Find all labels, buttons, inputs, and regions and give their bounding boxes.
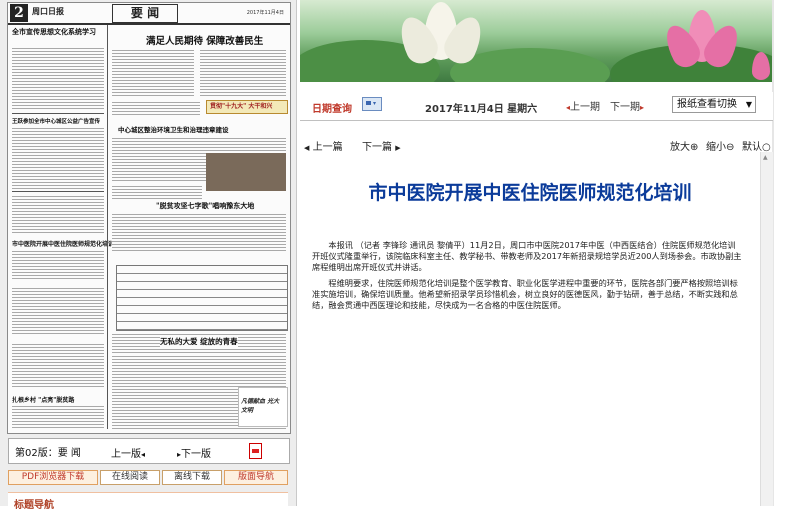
next-article-link[interactable]: 下一篇 ▶: [362, 138, 401, 153]
headline[interactable]: "脱贫攻坚七字歌"唱响豫东大地: [156, 201, 254, 211]
zoom-in-label: 放大: [670, 142, 690, 153]
headline[interactable]: 扎根乡村 "点亮"脱贫路: [12, 395, 74, 404]
edition-label: 第02版：要 闻: [15, 448, 81, 459]
headline[interactable]: 市中医院开展中医住院医师规范化培训: [12, 239, 114, 248]
calendar-icon[interactable]: ▾: [362, 97, 382, 111]
triangle-left-icon: ◀: [304, 144, 310, 152]
text-block: [112, 213, 286, 253]
article-body: 本报讯 （记者 李锋珍 通讯员 黎倩平）11月2日，周口市中医院2017年中医（…: [312, 240, 742, 311]
headline[interactable]: 全市宣传思想文化系统学习: [12, 27, 96, 37]
newspaper-view-select[interactable]: 报纸查看切换 ▼: [672, 96, 756, 113]
scroll-up-icon[interactable]: ▲: [763, 154, 768, 161]
stamp-text: 凡德献血 光大文明: [241, 398, 280, 414]
next-edition-link[interactable]: ▸下一版: [177, 445, 211, 460]
header-banner: [300, 0, 773, 82]
text-block: [12, 250, 104, 280]
scrollbar[interactable]: ▲: [760, 152, 773, 506]
pink-lotus-flower: [659, 8, 745, 78]
prev-article-label: 上一篇: [312, 142, 343, 153]
text-block: [112, 49, 194, 97]
zoom-in-button[interactable]: 放大⊕: [670, 138, 698, 153]
pdf-icon[interactable]: [249, 443, 262, 459]
next-issue-label: 下一期: [610, 102, 640, 113]
column-divider: [107, 25, 108, 429]
text-block: [12, 405, 104, 429]
photo: [206, 153, 286, 191]
section-title: 要 闻: [112, 4, 178, 23]
headline[interactable]: 满足人民期待 保障改善民生: [146, 33, 263, 47]
prev-article-link[interactable]: ◀ 上一篇: [304, 138, 343, 153]
next-edition-label: 下一版: [181, 449, 212, 460]
text-block: [112, 185, 202, 199]
newspaper-header: 2 周口日报 要 闻 2017年11月4日: [8, 3, 290, 25]
text-block: [12, 127, 104, 189]
masthead: 周口日报: [32, 6, 64, 16]
next-article-label: 下一篇: [362, 142, 392, 153]
layout-nav-button[interactable]: 版面导航: [224, 470, 288, 485]
chevron-down-icon: ▼: [745, 100, 752, 109]
stamp-image: 凡德献血 光大文明: [238, 387, 288, 427]
left-panel: 2 周口日报 要 闻 2017年11月4日 全市宣传思想文化系统学习 王跃参加全…: [0, 0, 297, 511]
divider: [12, 191, 104, 192]
banner-box-text: 贯彻"十九大" 大干和兴: [210, 103, 273, 110]
newspaper-page-thumbnail[interactable]: 2 周口日报 要 闻 2017年11月4日 全市宣传思想文化系统学习 王跃参加全…: [7, 2, 291, 434]
text-block: [112, 101, 200, 115]
triangle-right-icon: ▸: [640, 103, 645, 112]
divider: [12, 113, 104, 114]
default-size-button[interactable]: 默认○: [742, 138, 771, 153]
headline-nav-title: 标题导航: [14, 500, 54, 511]
headline[interactable]: 中心城区整治环境卫生和治理违章建设: [118, 124, 229, 134]
date-toolbar: 日期查询 ▾ 2017年11月4日 星期六 ◂上一期 下一期▸ 报纸查看切换 ▼: [300, 92, 773, 121]
offline-download-button[interactable]: 离线下载: [162, 470, 222, 485]
white-lotus-flower: [393, 2, 489, 69]
article-paragraph: 本报讯 （记者 李锋珍 通讯员 黎倩平）11月2日，周口市中医院2017年中医（…: [312, 240, 742, 272]
triangle-left-icon: ◂: [141, 450, 146, 459]
article-paragraph: 程维明要求，住院医师规范化培训是整个医学教育、职业化医学进程中重要的环节，医院各…: [312, 278, 738, 310]
page-number: 2: [10, 4, 28, 22]
prev-edition-label: 上一版: [111, 449, 141, 460]
prev-issue-link[interactable]: ◂上一期: [566, 98, 600, 113]
view-select-value: 报纸查看切换: [677, 99, 737, 110]
pdf-download-button[interactable]: PDF浏览器下载: [8, 470, 98, 485]
zoom-out-label: 缩小: [706, 142, 726, 153]
headline[interactable]: 王跃参加全市中心城区公益广告宣传: [12, 117, 100, 125]
text-block: [12, 287, 104, 335]
edition-nav-bar: 第02版：要 闻 上一版◂ ▸下一版: [8, 438, 290, 464]
prev-issue-label: 上一期: [570, 102, 601, 113]
banner-box: 贯彻"十九大" 大干和兴: [206, 100, 288, 114]
data-table: [116, 265, 288, 331]
article-title: 市中医院开展中医住院医师规范化培训: [368, 182, 692, 204]
next-issue-link[interactable]: 下一期▸: [610, 98, 644, 113]
article-content: 市中医院开展中医住院医师规范化培训 本报讯 （记者 李锋珍 通讯员 黎倩平）11…: [300, 160, 760, 506]
online-read-button[interactable]: 在线阅读: [100, 470, 160, 485]
text-block: [12, 47, 104, 111]
triangle-right-icon: ▶: [395, 144, 401, 152]
plus-circle-icon: ⊕: [690, 142, 699, 153]
article-pager: ◀ 上一篇 下一篇 ▶ 放大⊕ 缩小⊖ 默认○: [300, 136, 773, 153]
date-query-label: 日期查询: [312, 104, 352, 115]
minus-circle-icon: ⊖: [726, 142, 735, 153]
text-block: [12, 343, 104, 389]
text-block: [12, 195, 104, 233]
default-size-label: 默认: [742, 142, 762, 153]
prev-edition-link[interactable]: 上一版◂: [111, 445, 145, 460]
headline-nav-section: 标题导航: [8, 492, 288, 511]
zoom-out-button[interactable]: 缩小⊖: [706, 138, 734, 153]
newspaper-date: 2017年11月4日: [246, 10, 284, 16]
headline[interactable]: 无私的大爱 绽放的青春: [160, 336, 238, 347]
text-block: [200, 49, 286, 97]
current-date: 2017年11月4日 星期六: [425, 104, 538, 115]
